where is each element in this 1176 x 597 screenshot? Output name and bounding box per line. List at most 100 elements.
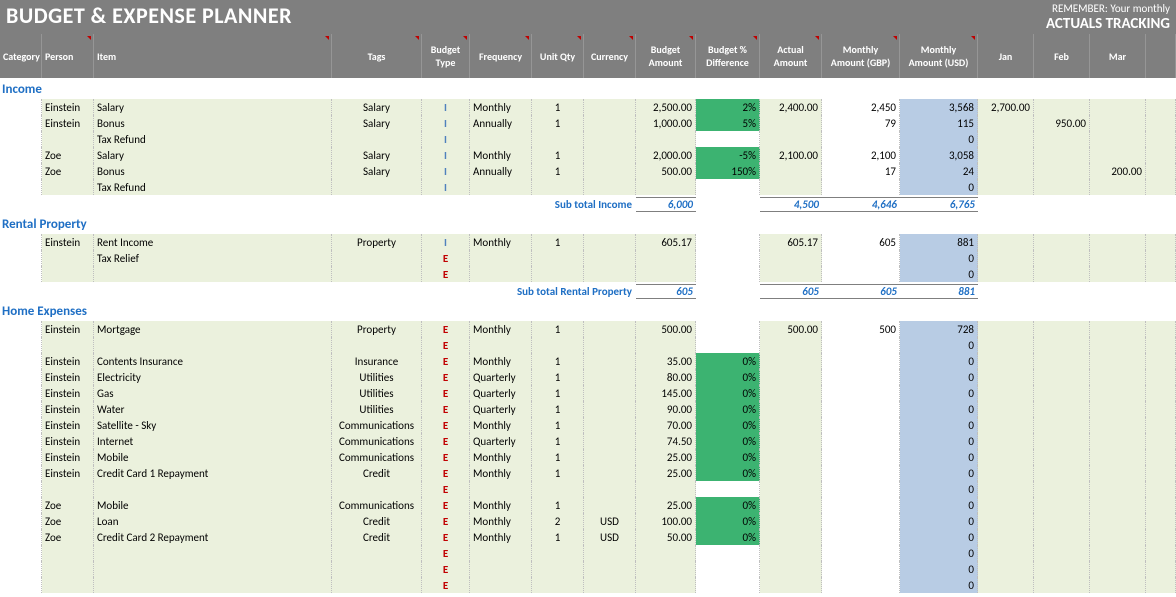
cell[interactable] (760, 179, 822, 195)
cell[interactable]: Monthly (470, 353, 532, 369)
cell[interactable] (696, 481, 760, 497)
cell[interactable] (822, 481, 900, 497)
cell[interactable] (470, 577, 532, 593)
cell[interactable]: 0 (900, 577, 978, 593)
cell[interactable]: 0% (696, 497, 760, 513)
cell[interactable]: 70.00 (636, 417, 696, 433)
cell[interactable] (1034, 577, 1090, 593)
cell[interactable]: I (422, 179, 470, 195)
cell[interactable]: Monthly (470, 449, 532, 465)
cell[interactable]: 605.17 (760, 234, 822, 250)
cell[interactable] (470, 131, 532, 147)
cell[interactable]: Electricity (94, 369, 332, 385)
cell[interactable]: Zoe (42, 497, 94, 513)
cell[interactable]: 1 (532, 465, 584, 481)
cell[interactable]: 500 (822, 321, 900, 337)
cell[interactable] (1146, 577, 1176, 593)
cell[interactable] (978, 417, 1034, 433)
cell[interactable]: 500.00 (636, 163, 696, 179)
cell[interactable] (1034, 250, 1090, 266)
cell[interactable] (332, 250, 422, 266)
cell[interactable]: 1 (532, 385, 584, 401)
cell[interactable]: Utilities (332, 385, 422, 401)
cell[interactable]: Einstein (42, 234, 94, 250)
cell[interactable] (0, 385, 42, 401)
cell[interactable] (1090, 179, 1146, 195)
cell[interactable] (978, 369, 1034, 385)
cell[interactable]: 90.00 (636, 401, 696, 417)
cell[interactable]: E (422, 401, 470, 417)
cell[interactable]: 0% (696, 369, 760, 385)
cell[interactable]: Mobile (94, 497, 332, 513)
cell[interactable]: Annually (470, 163, 532, 179)
cell[interactable]: 0% (696, 385, 760, 401)
cell[interactable] (696, 131, 760, 147)
cell[interactable]: Credit Card 1 Repayment (94, 465, 332, 481)
cell[interactable] (1146, 545, 1176, 561)
cell[interactable]: Communications (332, 433, 422, 449)
cell[interactable]: 2% (696, 99, 760, 115)
cell[interactable] (760, 465, 822, 481)
cell[interactable] (978, 234, 1034, 250)
cell[interactable]: 0% (696, 417, 760, 433)
cell[interactable] (0, 497, 42, 513)
cell[interactable]: Salary (94, 147, 332, 163)
cell[interactable] (584, 369, 636, 385)
cell[interactable] (1090, 513, 1146, 529)
cell[interactable]: Zoe (42, 147, 94, 163)
cell[interactable]: 0 (900, 417, 978, 433)
cell[interactable]: 0% (696, 465, 760, 481)
cell[interactable] (760, 353, 822, 369)
cell[interactable]: 0 (900, 401, 978, 417)
cell[interactable] (1146, 385, 1176, 401)
cell[interactable] (94, 577, 332, 593)
cell[interactable] (42, 577, 94, 593)
cell[interactable] (760, 163, 822, 179)
cell[interactable] (0, 481, 42, 497)
cell[interactable] (1090, 147, 1146, 163)
cell[interactable] (978, 163, 1034, 179)
cell[interactable] (0, 337, 42, 353)
cell[interactable] (760, 266, 822, 282)
cell[interactable] (0, 417, 42, 433)
cell[interactable] (1034, 401, 1090, 417)
cell[interactable] (822, 353, 900, 369)
cell[interactable] (532, 545, 584, 561)
cell[interactable] (822, 577, 900, 593)
cell[interactable] (822, 369, 900, 385)
cell[interactable] (1146, 513, 1176, 529)
cell[interactable]: 25.00 (636, 497, 696, 513)
cell[interactable]: 100.00 (636, 513, 696, 529)
cell[interactable] (584, 417, 636, 433)
cell[interactable]: Zoe (42, 513, 94, 529)
cell[interactable]: 25.00 (636, 465, 696, 481)
cell[interactable] (822, 337, 900, 353)
cell[interactable] (470, 250, 532, 266)
cell[interactable] (584, 497, 636, 513)
cell[interactable] (94, 337, 332, 353)
cell[interactable] (532, 250, 584, 266)
cell[interactable]: Gas (94, 385, 332, 401)
cell[interactable]: Zoe (42, 529, 94, 545)
cell[interactable]: I (422, 163, 470, 179)
cell[interactable]: Monthly (470, 513, 532, 529)
cell[interactable] (1034, 131, 1090, 147)
cell[interactable]: E (422, 321, 470, 337)
cell[interactable]: 881 (900, 234, 978, 250)
cell[interactable] (760, 561, 822, 577)
cell[interactable]: 0 (900, 449, 978, 465)
cell[interactable] (822, 433, 900, 449)
cell[interactable] (584, 481, 636, 497)
cell[interactable]: 0 (900, 481, 978, 497)
cell[interactable]: 1 (532, 353, 584, 369)
cell[interactable]: 950.00 (1034, 115, 1090, 131)
cell[interactable]: Einstein (42, 115, 94, 131)
cell[interactable] (0, 561, 42, 577)
cell[interactable] (42, 250, 94, 266)
cell[interactable]: Zoe (42, 163, 94, 179)
cell[interactable] (822, 385, 900, 401)
cell[interactable]: Salary (332, 147, 422, 163)
cell[interactable] (822, 131, 900, 147)
cell[interactable] (0, 465, 42, 481)
cell[interactable] (636, 545, 696, 561)
